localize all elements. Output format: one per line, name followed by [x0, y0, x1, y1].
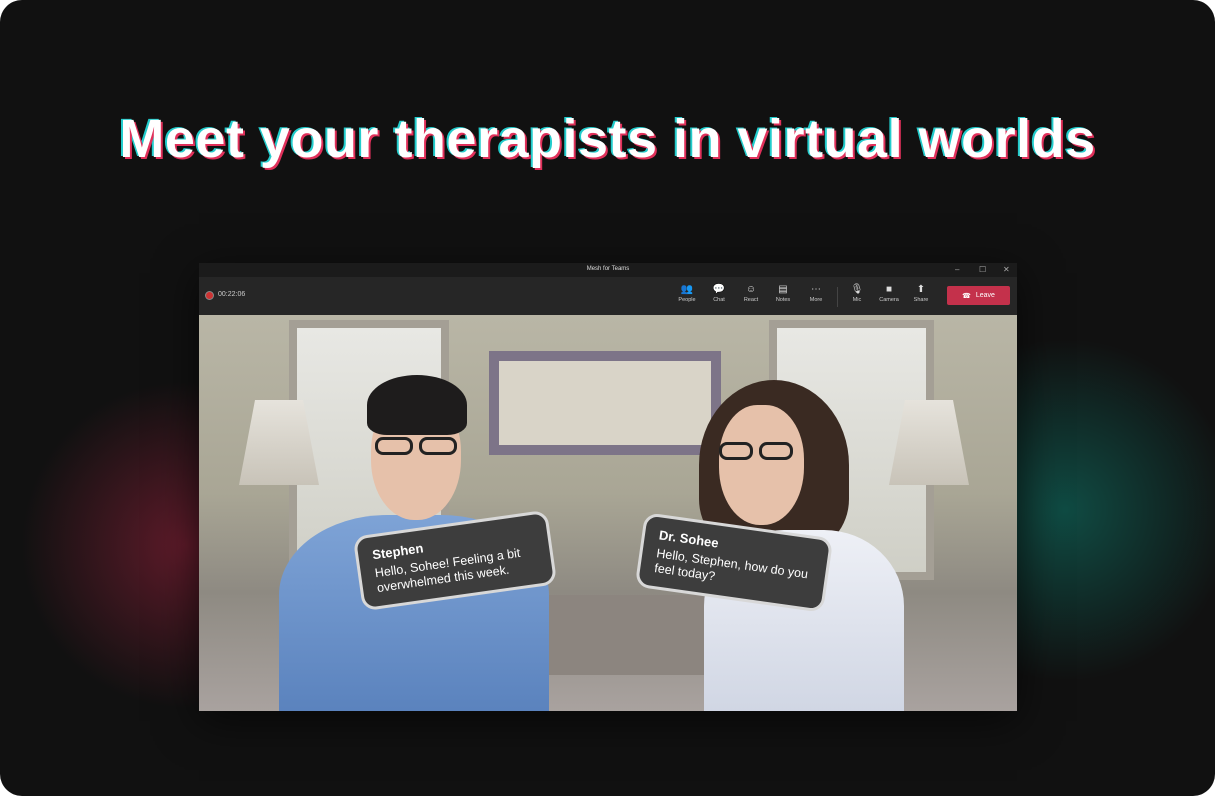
chat-label: Chat: [713, 297, 725, 303]
maximize-button[interactable]: ☐: [979, 265, 986, 274]
virtual-room-scene: Stephen Hello, Sohee! Feeling a bit over…: [199, 315, 1017, 711]
more-icon: ⋯: [811, 284, 821, 295]
share-label: Share: [913, 297, 929, 303]
camera-icon: ■: [885, 284, 893, 295]
minimize-button[interactable]: –: [955, 265, 959, 274]
chat-icon: 💬: [712, 284, 726, 295]
mic-icon: 🎙: [850, 284, 864, 295]
notes-button[interactable]: ▤ Notes: [768, 284, 798, 303]
promo-card: Meet your therapists in virtual worlds M…: [0, 0, 1215, 796]
camera-label: Camera: [879, 297, 899, 303]
title-bar: Mesh for Teams – ☐ ✕: [199, 263, 1017, 277]
close-button[interactable]: ✕: [1003, 265, 1010, 274]
meeting-window: Mesh for Teams – ☐ ✕ 00:22:06 👥 People 💬 C…: [199, 263, 1017, 711]
toolbar-divider: [837, 287, 838, 307]
leave-label: Leave: [975, 292, 995, 299]
react-button[interactable]: ☺ React: [736, 284, 766, 303]
more-button[interactable]: ⋯ More: [801, 284, 831, 303]
meeting-timer: 00:22:06: [218, 291, 246, 298]
headline: Meet your therapists in virtual worlds: [119, 109, 1096, 169]
notes-label: Notes: [775, 297, 791, 303]
window-title: Mesh for Teams: [586, 266, 630, 272]
notes-icon: ▤: [778, 284, 788, 295]
meeting-toolbar: 00:22:06 👥 People 💬 Chat ☺ React ▤ Notes ⋯ Mo…: [199, 277, 1017, 315]
share-icon: ⬆: [916, 284, 926, 295]
people-button[interactable]: 👥 People: [672, 284, 702, 303]
mic-label: Mic: [852, 297, 862, 303]
people-icon: 👥: [680, 284, 694, 295]
react-icon: ☺: [745, 284, 757, 295]
chat-button[interactable]: 💬 Chat: [704, 284, 734, 303]
react-label: React: [743, 297, 759, 303]
recording-icon: [205, 291, 214, 300]
share-button[interactable]: ⬆ Share: [906, 284, 936, 303]
people-label: People: [678, 297, 696, 303]
mic-button[interactable]: 🎙 Mic: [842, 284, 872, 303]
more-label: More: [809, 297, 823, 303]
hang-up-icon: ☎: [962, 292, 971, 300]
leave-button[interactable]: ☎ Leave: [947, 286, 1010, 305]
camera-button[interactable]: ■ Camera: [874, 284, 904, 303]
